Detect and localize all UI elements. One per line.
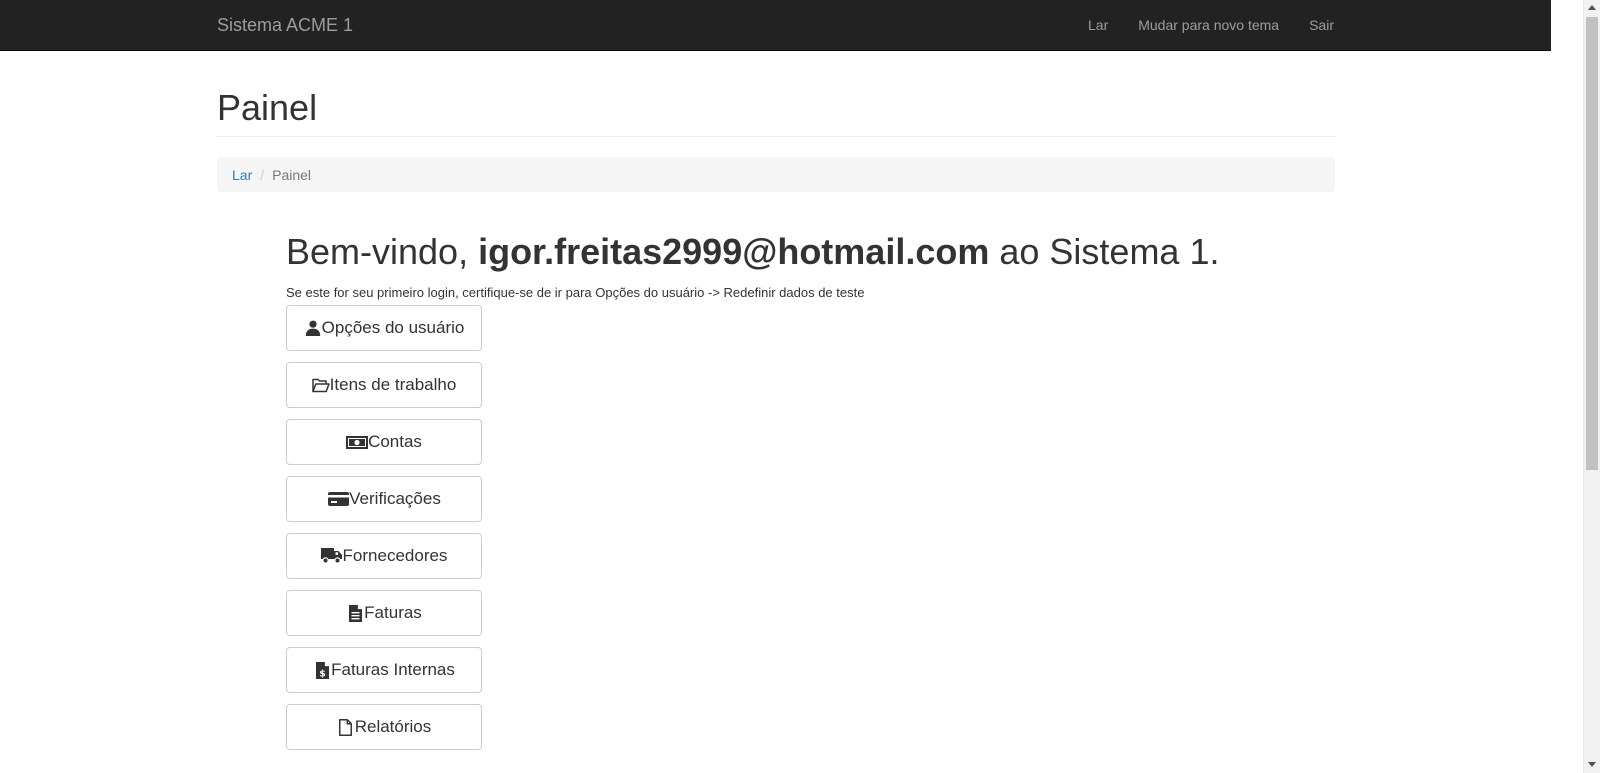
accounts-button[interactable]: Contas (286, 419, 482, 465)
nav-link-home[interactable]: Lar (1088, 0, 1108, 50)
user-options-label: Opções do usuário (321, 318, 465, 337)
reports-button[interactable]: Relatórios (286, 704, 482, 750)
top-navbar: Sistema ACME 1 Lar Mudar para novo tema … (0, 0, 1551, 51)
credit-card-icon (327, 490, 349, 508)
main-container: Painel Lar / Painel Bem-vindo, igor.frei… (217, 50, 1335, 761)
user-icon (304, 319, 322, 337)
vertical-scrollbar[interactable] (1583, 0, 1600, 773)
checks-button[interactable]: Verificações (286, 476, 482, 522)
first-login-note: Se este for seu primeiro login, certifiq… (286, 285, 865, 300)
page-header: Painel (217, 88, 1335, 137)
scroll-down-arrow-icon[interactable] (1588, 762, 1596, 767)
file-text-icon (346, 604, 364, 622)
checks-label: Verificações (349, 489, 441, 508)
file-icon (337, 718, 355, 736)
welcome-prefix: Bem-vindo, (286, 231, 479, 272)
internal-invoices-button[interactable]: $ Faturas Internas (286, 647, 482, 693)
nav-link-change-theme[interactable]: Mudar para novo tema (1138, 0, 1279, 50)
user-email: igor.freitas2999@hotmail.com (478, 231, 990, 272)
reports-label: Relatórios (354, 717, 432, 736)
browser-viewport: Sistema ACME 1 Lar Mudar para novo tema … (0, 0, 1600, 773)
suppliers-button[interactable]: Fornecedores (286, 533, 482, 579)
breadcrumb-home-link[interactable]: Lar (232, 167, 252, 183)
truck-icon (320, 547, 343, 565)
invoices-label: Faturas (364, 603, 422, 622)
file-invoice-dollar-icon: $ (313, 661, 331, 679)
invoices-button[interactable]: Faturas (286, 590, 482, 636)
scroll-up-arrow-icon[interactable] (1588, 5, 1596, 10)
breadcrumb: Lar / Painel (217, 157, 1335, 192)
dashboard-menu: Opções do usuário Itens de trabalho Cont… (286, 305, 1335, 750)
welcome-title: Bem-vindo, igor.freitas2999@hotmail.com … (286, 232, 1335, 272)
money-icon (346, 433, 369, 451)
breadcrumb-current: Painel (272, 166, 312, 183)
accounts-label: Contas (368, 432, 422, 451)
breadcrumb-separator: / (260, 166, 265, 183)
suppliers-label: Fornecedores (342, 546, 448, 565)
navbar-brand[interactable]: Sistema ACME 1 (217, 0, 353, 50)
svg-text:$: $ (319, 669, 325, 679)
welcome-suffix: ao Sistema 1. (989, 231, 1220, 272)
user-options-button[interactable]: Opções do usuário (286, 305, 482, 351)
page-title: Painel (217, 87, 318, 128)
work-items-label: Itens de trabalho (329, 375, 457, 394)
folder-open-icon (311, 376, 330, 394)
welcome-section: Bem-vindo, igor.freitas2999@hotmail.com … (286, 232, 1335, 750)
nav-link-logout[interactable]: Sair (1309, 0, 1334, 50)
scroll-thumb[interactable] (1586, 17, 1598, 470)
navbar-links: Lar Mudar para novo tema Sair (1058, 0, 1334, 50)
internal-invoices-label: Faturas Internas (331, 660, 455, 679)
work-items-button[interactable]: Itens de trabalho (286, 362, 482, 408)
